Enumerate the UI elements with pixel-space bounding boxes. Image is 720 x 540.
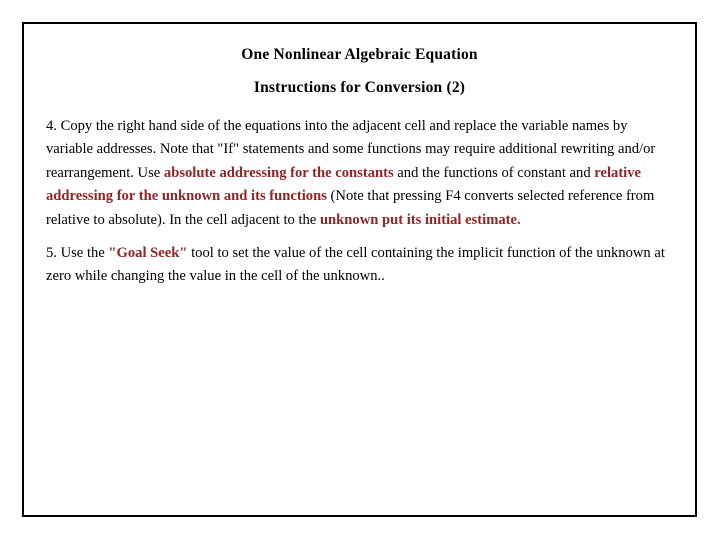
title-block: One Nonlinear Algebraic Equation Instruc… [24, 46, 695, 97]
plain-text-run: 5. Use the [46, 245, 109, 262]
body-text-area: 4. Copy the right hand side of the equat… [24, 115, 695, 289]
page-subtitle: Instructions for Conversion (2) [253, 79, 466, 96]
instruction-paragraph-4: 4. Copy the right hand side of the equat… [46, 115, 669, 232]
slide-content: One Nonlinear Algebraic Equation Instruc… [24, 24, 695, 515]
emphasised-text-run: "Goal Seek" [108, 245, 188, 262]
page-title: One Nonlinear Algebraic Equation [241, 46, 478, 63]
slide-border-frame: One Nonlinear Algebraic Equation Instruc… [22, 22, 697, 517]
emphasised-text-run: absolute addressing for the constants [163, 164, 394, 181]
instruction-paragraph-5: 5. Use the "Goal Seek" tool to set the v… [46, 242, 669, 289]
plain-text-run: and the functions of constant and [393, 164, 595, 181]
slide-canvas: One Nonlinear Algebraic Equation Instruc… [0, 0, 720, 540]
emphasised-text-run: unknown put its initial estimate. [319, 211, 521, 228]
